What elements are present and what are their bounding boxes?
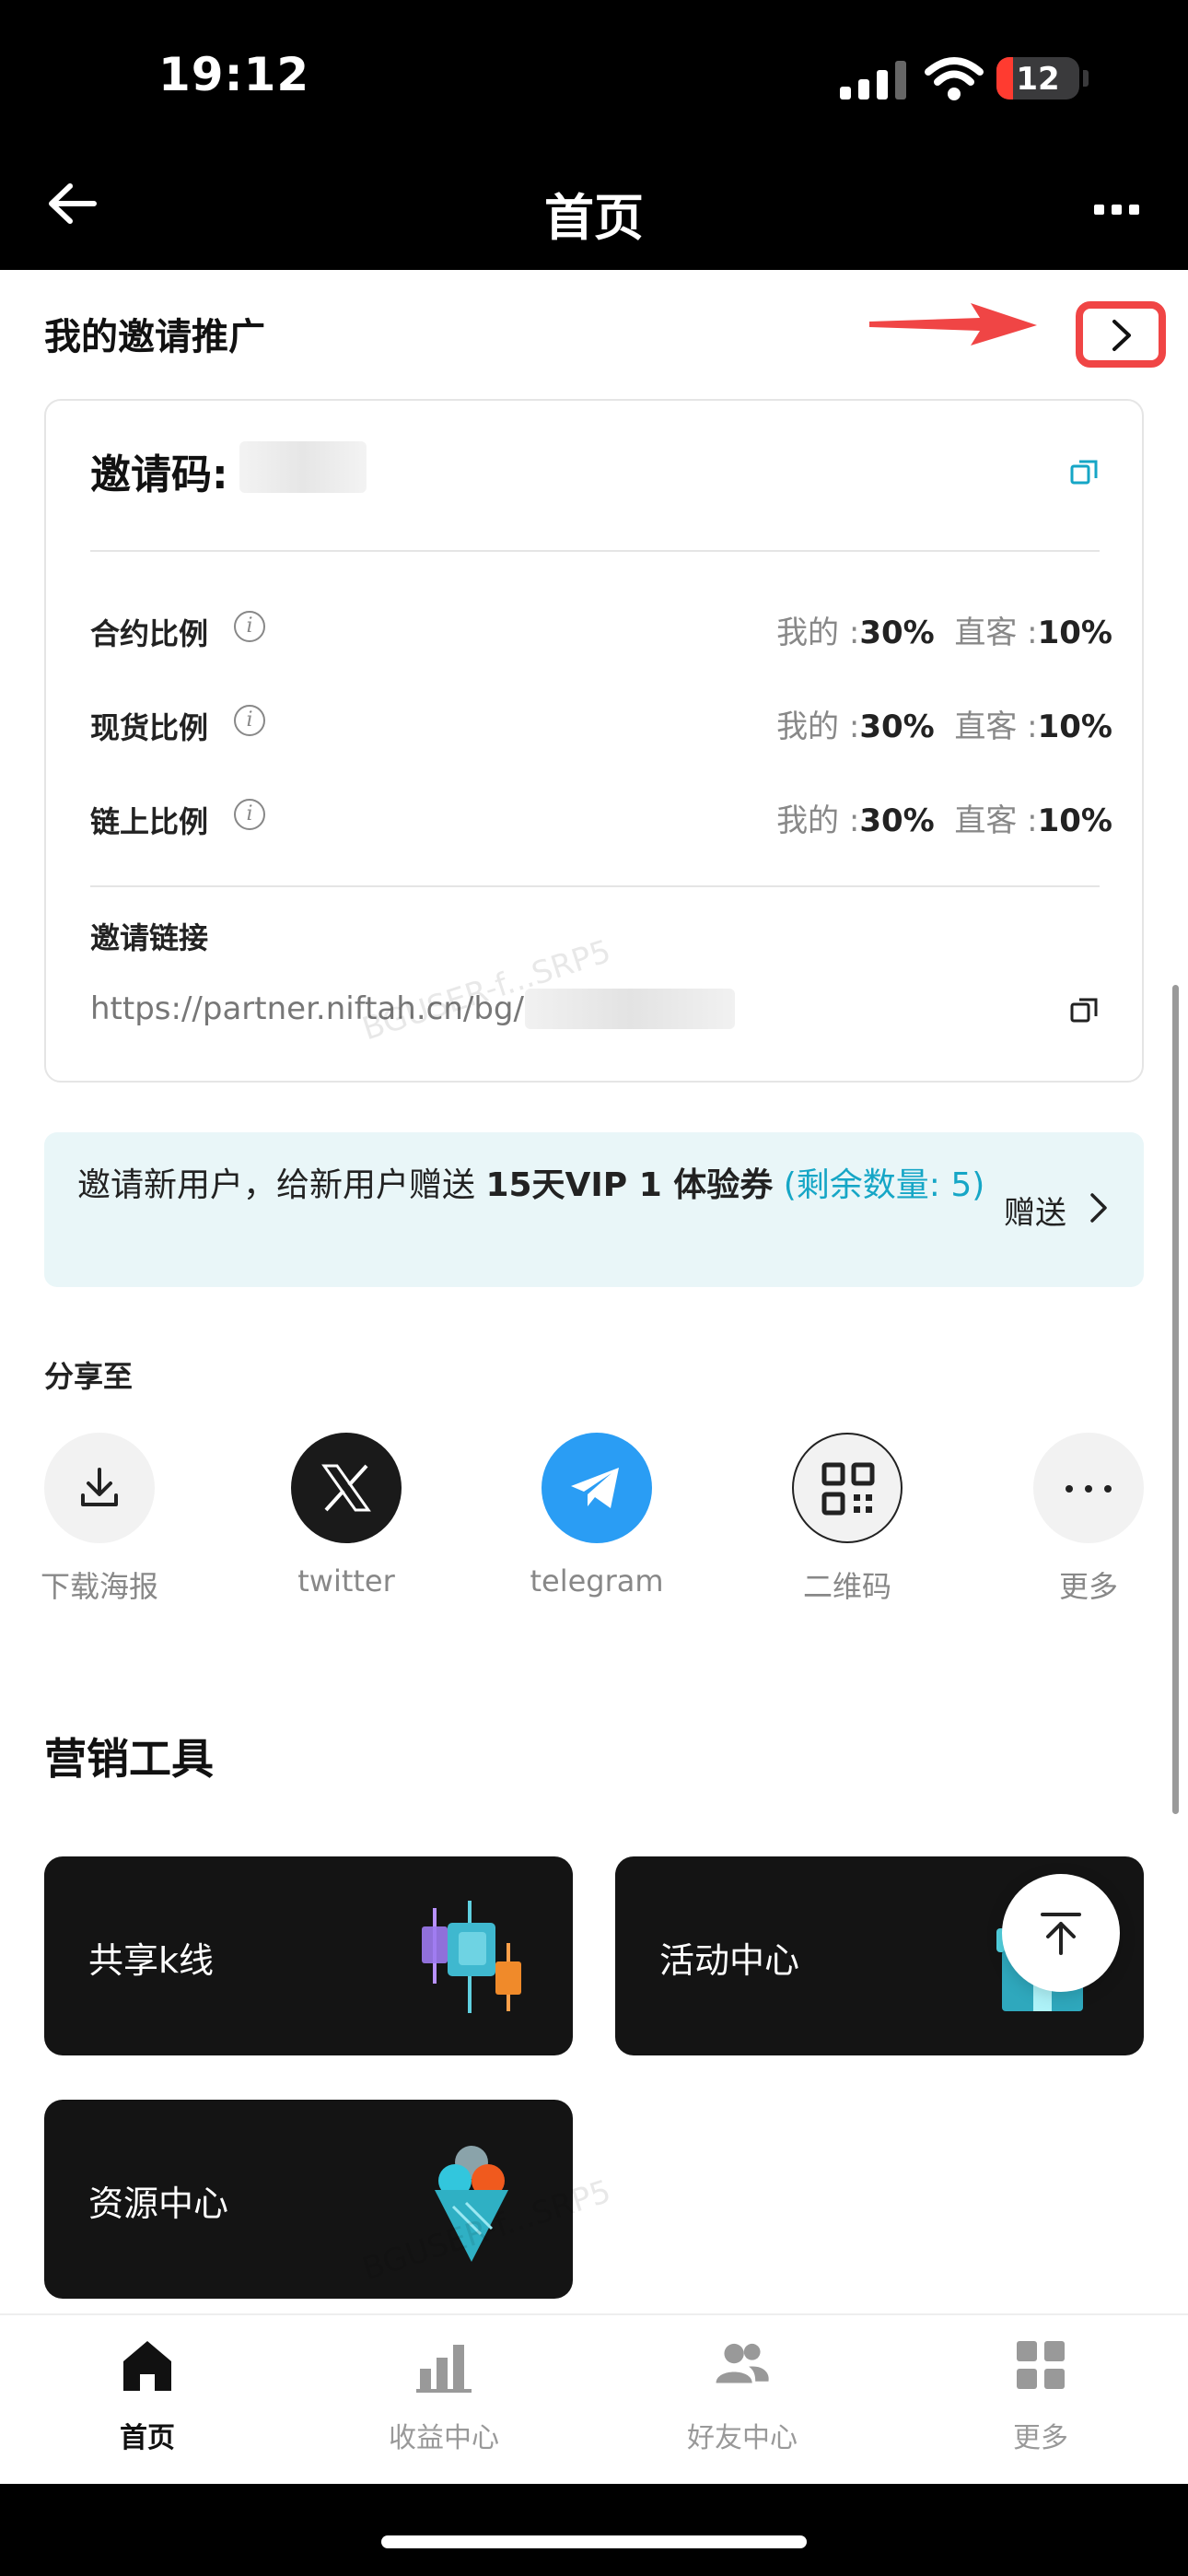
tab-earnings[interactable]: 收益中心 [343,2336,545,2455]
tab-more[interactable]: 更多 [939,2336,1142,2455]
chevron-right-icon [1112,320,1131,351]
marketing-tools-title: 营销工具 [44,1734,214,1784]
friends-icon [716,2343,769,2383]
tab-home[interactable]: 首页 [46,2336,249,2455]
wifi-icon [925,57,984,100]
invite-section-title: 我的邀请推广 [44,316,265,358]
copy-code-icon[interactable] [1068,456,1101,489]
tab-label: 更多 [1013,2422,1068,2454]
main-content: 我的邀请推广 邀请码: 合约比例 i 我的 :30% 直客 :10% 现货比例 … [0,270,1188,2313]
onchain-ratio-value: 我的 :30% 直客 :10% [776,802,1112,839]
share-more[interactable]: 更多 [996,1433,1181,1606]
tool-label: 共享k线 [88,1940,215,1981]
home-indicator [381,2535,807,2548]
bar-chart-icon [416,2345,472,2393]
scrollbar[interactable] [1172,985,1179,1814]
onchain-ratio-label: 链上比例 [90,804,209,839]
annotation-arrow-icon [869,303,1037,345]
vip-promo-banner[interactable]: 邀请新用户，给新用户赠送 15天VIP 1 体验券 (剩余数量: 5) 赠送 [44,1132,1144,1287]
chevron-right-icon [1090,1193,1107,1223]
more-menu-icon[interactable] [1094,205,1140,216]
battery-level: 12 [1016,61,1060,98]
share-title: 分享至 [44,1359,134,1394]
share-telegram[interactable]: telegram [505,1433,689,1598]
battery-icon: 12 [996,57,1079,100]
info-icon[interactable]: i [234,799,265,830]
tab-label: 好友中心 [687,2422,798,2454]
share-label: 二维码 [802,1569,891,1604]
divider [90,885,1100,887]
invite-code-redacted [239,441,367,493]
tab-friends[interactable]: 好友中心 [641,2336,844,2455]
promo-text: 邀请新用户，给新用户赠送 15天VIP 1 体验券 (剩余数量: 5) [77,1166,985,1204]
ice-cream-icon [435,2146,508,2262]
invite-detail-button[interactable] [1076,301,1166,368]
invite-card: 邀请码: 合约比例 i 我的 :30% 直客 :10% 现货比例 i 我的 :3… [44,399,1144,1083]
share-download-poster[interactable]: 下载海报 [7,1433,192,1606]
tool-label: 活动中心 [659,1940,800,1981]
tab-label: 首页 [120,2422,175,2454]
invite-link-redacted [525,989,735,1029]
grid-icon [1017,2341,1065,2389]
divider [90,550,1100,552]
contract-ratio-label: 合约比例 [90,616,209,651]
top-bar: 19:12 12 首页 [0,0,1188,270]
promo-send-label: 赠送 [1004,1195,1066,1232]
bottom-tab-bar: 首页 收益中心 好友中心 更多 [0,2313,1188,2484]
x-logo-icon [291,1433,402,1543]
home-icon [123,2341,171,2391]
tool-resource-center[interactable]: 资源中心 [44,2100,573,2299]
contract-ratio-value: 我的 :30% 直客 :10% [776,615,1112,651]
invite-link-text[interactable]: https://partner.niftah.cn/bg/ [90,990,524,1027]
share-label: 下载海报 [40,1569,158,1604]
info-icon[interactable]: i [234,611,265,642]
share-qr-code[interactable]: 二维码 [755,1433,939,1606]
page-title: 首页 [544,189,644,247]
share-label: twitter [297,1563,395,1598]
tab-label: 收益中心 [389,2422,499,2454]
spot-ratio-label: 现货比例 [90,710,209,745]
arrow-up-icon [1041,1913,1081,1955]
spot-ratio-value: 我的 :30% 直客 :10% [776,708,1112,745]
candlestick-icon [422,1901,521,2013]
more-icon [1033,1433,1144,1543]
download-icon [44,1433,155,1543]
scroll-to-top-button[interactable] [1002,1874,1120,1992]
telegram-icon [542,1433,652,1543]
status-time: 19:12 [158,48,310,101]
qr-code-icon [792,1433,903,1543]
tool-label: 资源中心 [88,2184,229,2224]
copy-link-icon[interactable] [1068,994,1101,1027]
share-label: 更多 [1058,1569,1118,1604]
cellular-signal-icon [840,59,906,100]
share-label: telegram [530,1563,664,1598]
share-twitter[interactable]: twitter [254,1433,438,1598]
info-icon[interactable]: i [234,705,265,736]
invite-code-label: 邀请码: [90,451,228,498]
tool-shared-kline[interactable]: 共享k线 [44,1856,573,2055]
invite-link-label: 邀请链接 [90,920,209,955]
battery-cap [1083,70,1089,87]
